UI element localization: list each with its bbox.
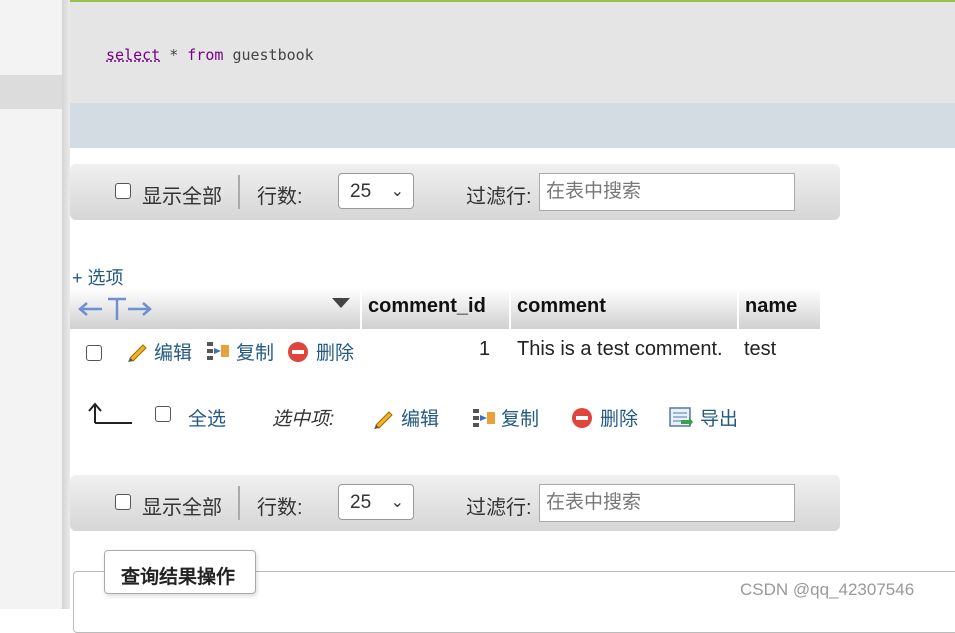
pencil-icon[interactable]: [126, 340, 148, 362]
rows-per-page-select[interactable]: 25 ⌄: [338, 484, 414, 520]
query-result-operations-title: 查询结果操作: [121, 567, 236, 588]
sql-query-text: select * from guestbook: [106, 46, 314, 64]
row-edit-link[interactable]: 编辑: [154, 338, 192, 365]
with-selected-label: 选中项:: [272, 409, 335, 430]
filter-rows-label: 过滤行:: [466, 186, 532, 208]
actions-column-header: [70, 288, 362, 329]
separator: [238, 486, 240, 520]
bulk-copy-button[interactable]: 复制: [501, 404, 539, 431]
bulk-delete-button[interactable]: 删除: [600, 404, 638, 431]
sql-box-footer: [70, 103, 955, 148]
show-all-checkbox[interactable]: [115, 183, 131, 199]
cell-comment-id: 1: [479, 338, 491, 360]
copy-icon[interactable]: [472, 407, 496, 429]
column-header-comment-id[interactable]: comment_id: [362, 288, 511, 329]
copy-icon[interactable]: [206, 340, 230, 362]
select-all-label[interactable]: 全选: [188, 404, 226, 431]
rows-label: 行数:: [257, 186, 303, 208]
arrow-up-corner-icon: [88, 402, 132, 424]
table-navigation-top: 显示全部 行数: 25 ⌄ 过滤行:: [70, 164, 840, 220]
sql-star: *: [169, 46, 179, 64]
cell-comment: This is a test comment.: [517, 338, 723, 360]
cell-name: test: [744, 338, 777, 360]
filter-rows-label: 过滤行:: [466, 497, 532, 519]
results-table-header: comment_id comment name: [70, 288, 820, 329]
delete-icon[interactable]: [287, 341, 309, 363]
row-copy-link[interactable]: 复制: [236, 338, 274, 365]
rows-per-page-value: 25: [350, 181, 372, 202]
filter-rows-input[interactable]: [539, 173, 795, 211]
table-navigation-bottom: 显示全部 行数: 25 ⌄ 过滤行:: [70, 475, 840, 531]
show-all-checkbox[interactable]: [115, 494, 131, 510]
panel-resizer[interactable]: [62, 0, 70, 609]
options-link[interactable]: + 选项: [72, 264, 124, 290]
rows-per-page-select[interactable]: 25 ⌄: [338, 173, 414, 209]
pencil-icon[interactable]: [372, 407, 394, 429]
show-all-label[interactable]: 显示全部: [142, 180, 222, 209]
chevron-down-icon: ⌄: [390, 494, 404, 511]
column-header-name[interactable]: name: [739, 288, 820, 329]
watermark: CSDN @qq_42307546: [740, 580, 915, 599]
filter-rows-input[interactable]: [539, 484, 795, 522]
bulk-export-button[interactable]: 导出: [700, 404, 738, 431]
row-delete-link[interactable]: 删除: [316, 338, 354, 365]
table-row: 编辑 复制 删除 1 This is a test comment. test: [70, 329, 820, 369]
navigation-selected-item[interactable]: [0, 75, 62, 109]
export-icon[interactable]: [669, 406, 693, 428]
sort-down-icon[interactable]: [332, 298, 350, 310]
row-checkbox[interactable]: [86, 345, 102, 361]
chevron-down-icon: ⌄: [390, 183, 404, 200]
separator: [238, 175, 240, 209]
rows-label: 行数:: [257, 497, 303, 519]
rows-per-page-value: 25: [350, 492, 372, 513]
column-header-comment[interactable]: comment: [511, 288, 739, 329]
sql-table-name: guestbook: [232, 46, 314, 64]
delete-icon[interactable]: [571, 407, 593, 429]
sql-keyword-select[interactable]: select: [106, 46, 160, 64]
sql-keyword-from: from: [187, 46, 224, 64]
select-all-checkbox[interactable]: [155, 406, 171, 422]
column-resize-arrows-icon[interactable]: [78, 296, 158, 322]
show-all-label[interactable]: 显示全部: [142, 491, 222, 520]
query-result-operations-tab[interactable]: 查询结果操作: [104, 550, 256, 594]
bulk-edit-button[interactable]: 编辑: [401, 404, 439, 431]
